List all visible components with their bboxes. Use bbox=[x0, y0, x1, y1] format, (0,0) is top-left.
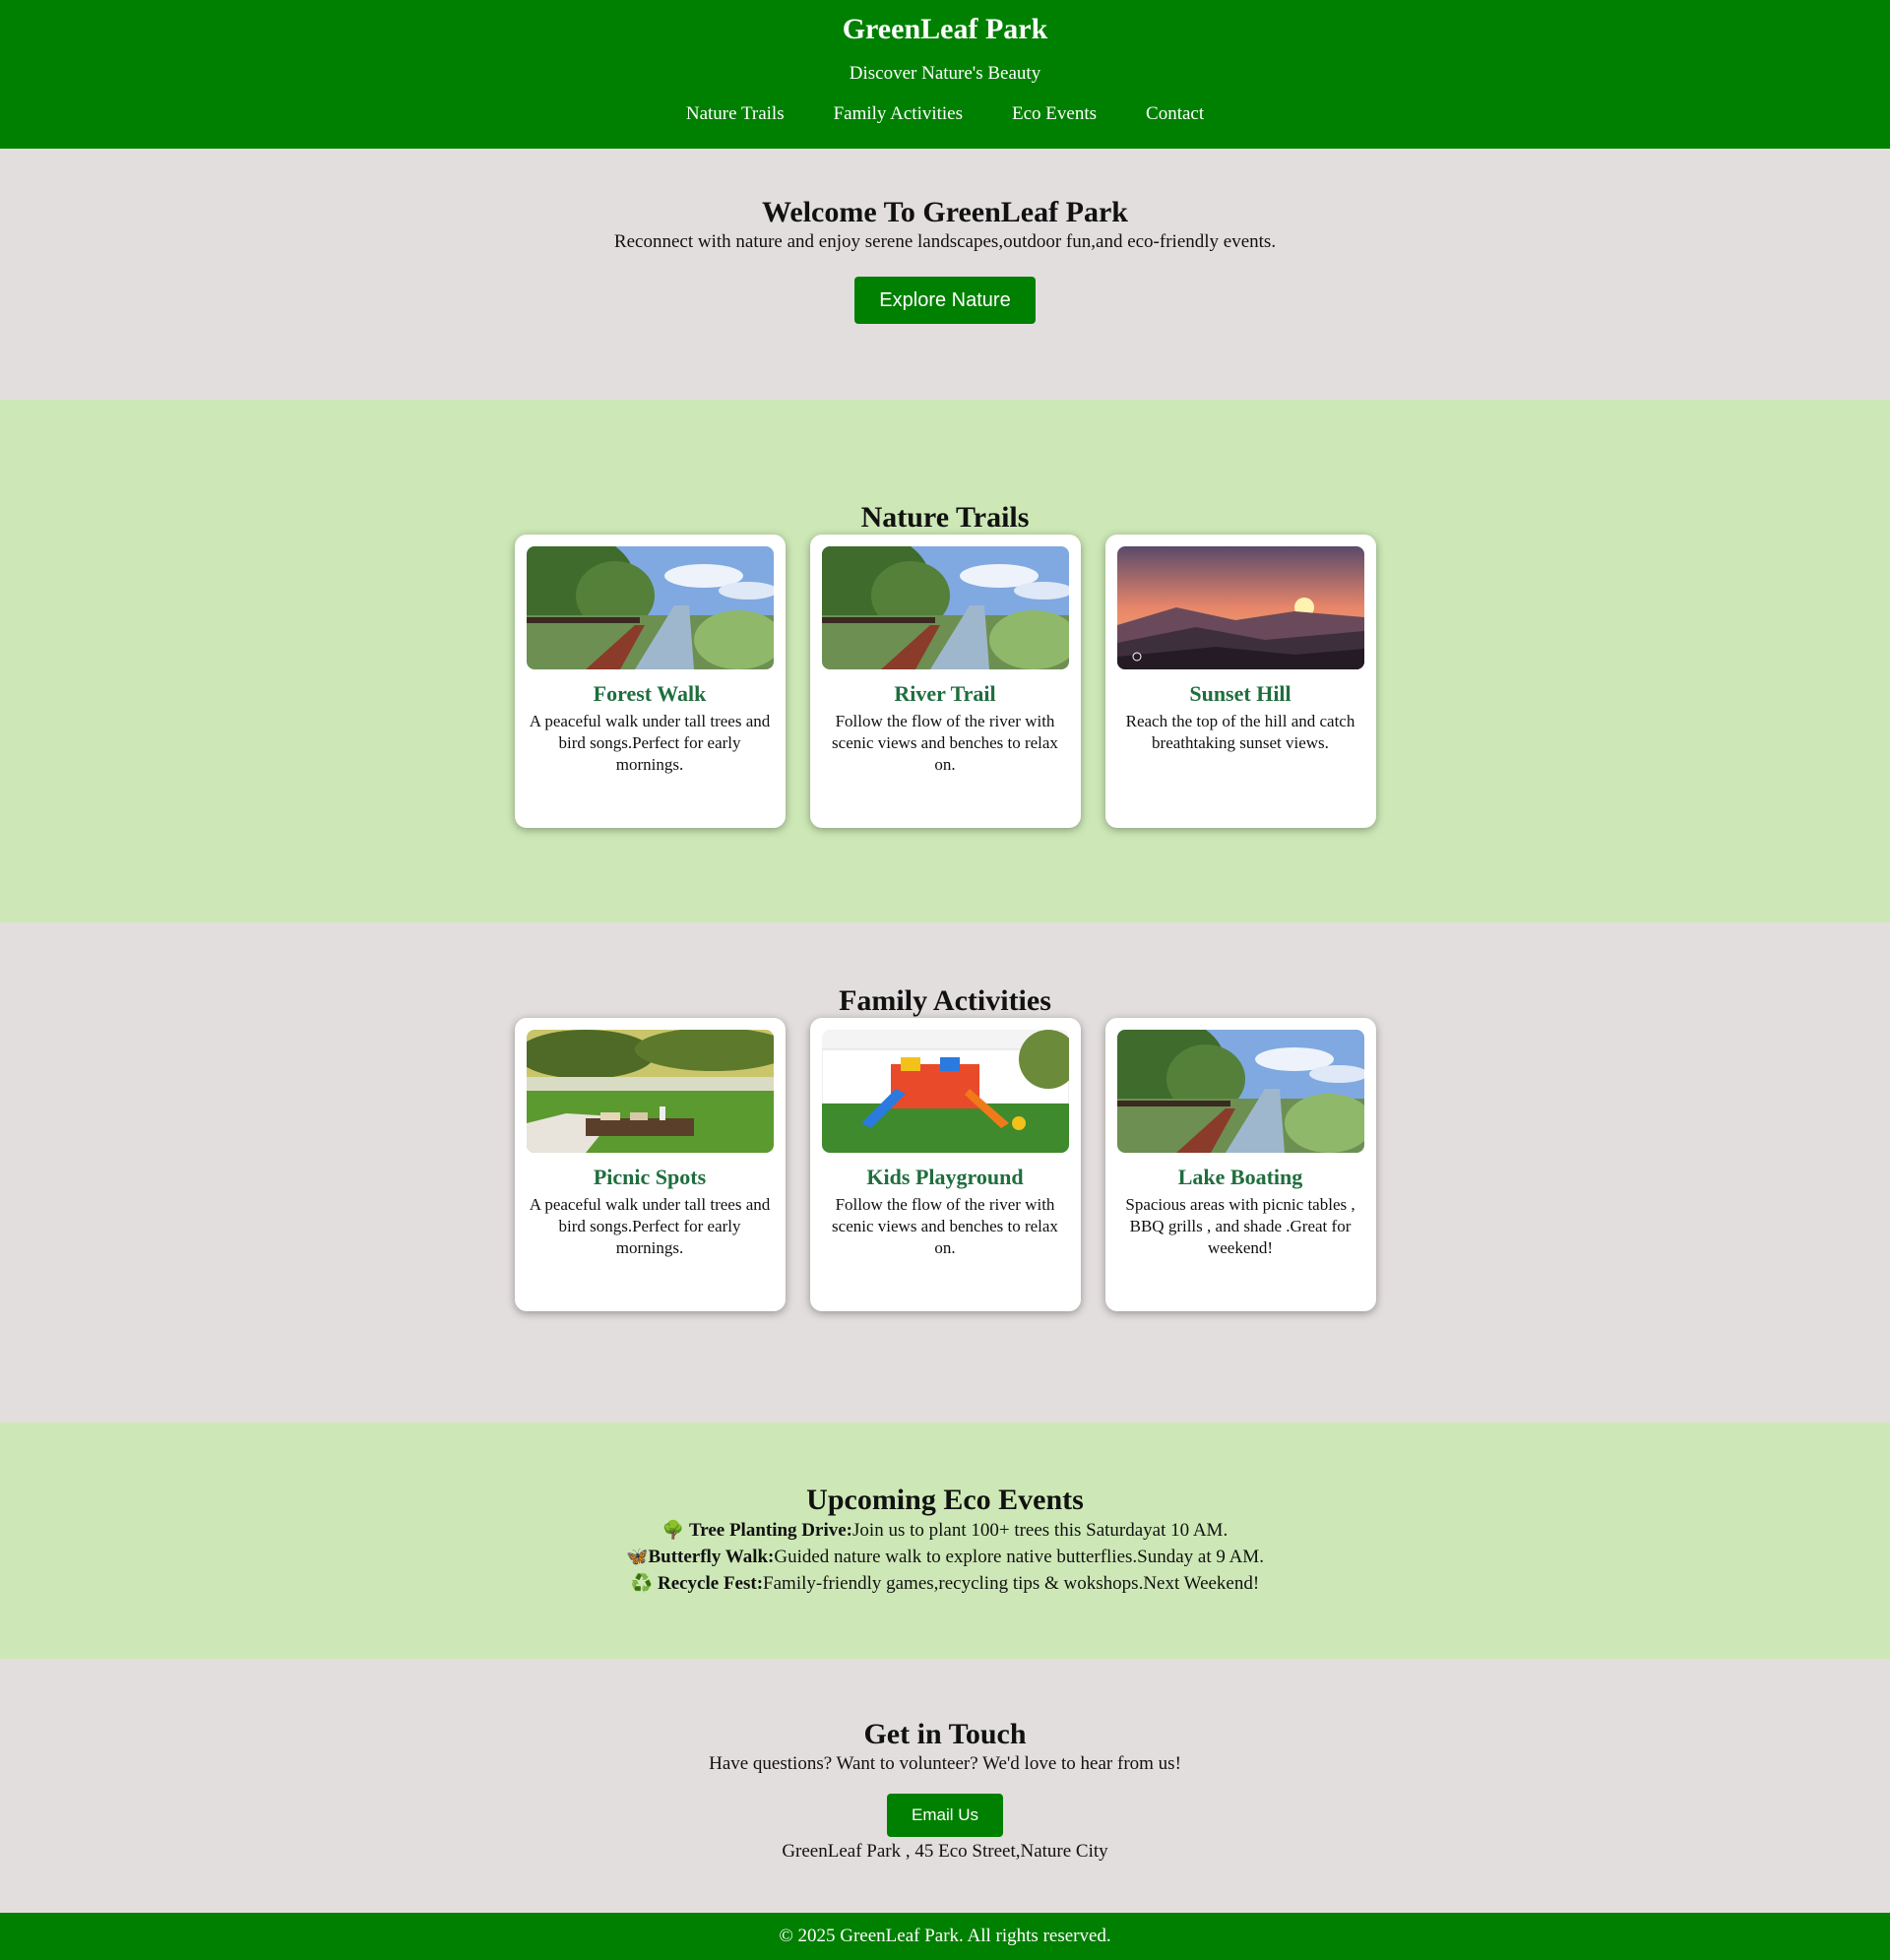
river-trail-image bbox=[821, 546, 1069, 669]
event-text: Family-friendly games,recycling tips & w… bbox=[763, 1573, 1260, 1594]
card-title: Picnic Spots bbox=[593, 1165, 707, 1189]
card-title: Lake Boating bbox=[1177, 1165, 1303, 1189]
section-title: Upcoming Eco Events bbox=[806, 1484, 1084, 1516]
card-title: Sunset Hill bbox=[1189, 681, 1292, 706]
event-name: Recycle Fest: bbox=[657, 1573, 764, 1594]
tree-icon: 🌳 bbox=[662, 1520, 685, 1541]
event-list: 🌳 Tree Planting Drive:Join us to plant 1… bbox=[0, 1517, 1890, 1597]
footer-text: © 2025 GreenLeaf Park. All rights reserv… bbox=[779, 1926, 1111, 1946]
card-row: Picnic Spots A peaceful walk under tall … bbox=[0, 1018, 1890, 1311]
trail-card-forest-walk[interactable]: Forest Walk A peaceful walk under tall t… bbox=[514, 535, 786, 828]
family-activities-section: Family Activities Picnic Spots A peacefu… bbox=[0, 922, 1890, 1423]
card-description: A peaceful walk under tall trees and bir… bbox=[529, 1195, 771, 1257]
nav-contact[interactable]: Contact bbox=[1146, 103, 1204, 125]
event-name: Butterfly Walk: bbox=[648, 1547, 775, 1567]
section-title: Nature Trails bbox=[860, 501, 1030, 534]
site-header: GreenLeaf Park Discover Nature's Beauty … bbox=[0, 0, 1890, 149]
kids-playground-image bbox=[821, 1030, 1069, 1153]
site-title: GreenLeaf Park bbox=[842, 13, 1048, 45]
site-tagline: Discover Nature's Beauty bbox=[849, 63, 1041, 84]
event-text: Join us to plant 100+ trees this Saturda… bbox=[852, 1520, 1228, 1541]
section-title: Get in Touch bbox=[863, 1718, 1027, 1750]
hero-subtitle: Reconnect with nature and enjoy serene l… bbox=[613, 231, 1277, 252]
activity-card-kids-playground[interactable]: Kids Playground Follow the flow of the r… bbox=[809, 1018, 1081, 1311]
hero-title: Welcome To GreenLeaf Park bbox=[762, 196, 1128, 228]
event-text: Guided nature walk to explore native but… bbox=[774, 1547, 1264, 1567]
contact-section: Get in Touch Have questions? Want to vol… bbox=[0, 1659, 1890, 1913]
card-title: Kids Playground bbox=[866, 1165, 1024, 1189]
eco-events-section: Upcoming Eco Events 🌳 Tree Planting Driv… bbox=[0, 1423, 1890, 1659]
trail-card-river-trail[interactable]: River Trail Follow the flow of the river… bbox=[809, 535, 1081, 828]
nature-trails-section: Nature Trails Forest Walk A peaceful wal… bbox=[0, 400, 1890, 922]
explore-nature-button[interactable]: Explore Nature bbox=[854, 277, 1036, 324]
event-item: 🦋Butterfly Walk:Guided nature walk to ex… bbox=[0, 1544, 1890, 1570]
sunset-hill-image bbox=[1116, 546, 1364, 669]
event-item: 🌳 Tree Planting Drive:Join us to plant 1… bbox=[0, 1517, 1890, 1544]
card-description: Spacious areas with picnic tables , BBQ … bbox=[1125, 1195, 1355, 1257]
card-description: A peaceful walk under tall trees and bir… bbox=[529, 712, 771, 774]
section-title: Family Activities bbox=[839, 984, 1051, 1017]
card-description: Reach the top of the hill and catch brea… bbox=[1125, 712, 1355, 752]
main-nav: Nature Trails Family Activities Eco Even… bbox=[0, 103, 1890, 125]
card-description: Follow the flow of the river with scenic… bbox=[832, 1195, 1058, 1257]
contact-subtitle: Have questions? Want to volunteer? We'd … bbox=[709, 1753, 1181, 1774]
site-footer: © 2025 GreenLeaf Park. All rights reserv… bbox=[0, 1913, 1890, 1960]
recycle-icon: ♻️ bbox=[630, 1573, 654, 1594]
hero-section: Welcome To GreenLeaf Park Reconnect with… bbox=[0, 149, 1890, 400]
card-row: Forest Walk A peaceful walk under tall t… bbox=[0, 535, 1890, 828]
card-description: Follow the flow of the river with scenic… bbox=[832, 712, 1058, 774]
event-item: ♻️ Recycle Fest:Family-friendly games,re… bbox=[0, 1570, 1890, 1597]
activity-card-picnic-spots[interactable]: Picnic Spots A peaceful walk under tall … bbox=[514, 1018, 786, 1311]
card-title: Forest Walk bbox=[593, 681, 707, 706]
event-name: Tree Planting Drive: bbox=[688, 1520, 853, 1541]
nav-nature-trails[interactable]: Nature Trails bbox=[686, 103, 785, 125]
lake-boating-image bbox=[1116, 1030, 1364, 1153]
forest-walk-image bbox=[526, 546, 774, 669]
address: GreenLeaf Park , 45 Eco Street,Nature Ci… bbox=[782, 1841, 1108, 1862]
trail-card-sunset-hill[interactable]: Sunset Hill Reach the top of the hill an… bbox=[1104, 535, 1376, 828]
card-title: River Trail bbox=[894, 681, 996, 706]
nav-eco-events[interactable]: Eco Events bbox=[1012, 103, 1097, 125]
nav-family-activities[interactable]: Family Activities bbox=[834, 103, 963, 125]
email-us-button[interactable]: Email Us bbox=[886, 1794, 1003, 1837]
activity-card-lake-boating[interactable]: Lake Boating Spacious areas with picnic … bbox=[1104, 1018, 1376, 1311]
butterfly-icon: 🦋 bbox=[626, 1547, 649, 1567]
picnic-spots-image bbox=[526, 1030, 774, 1153]
